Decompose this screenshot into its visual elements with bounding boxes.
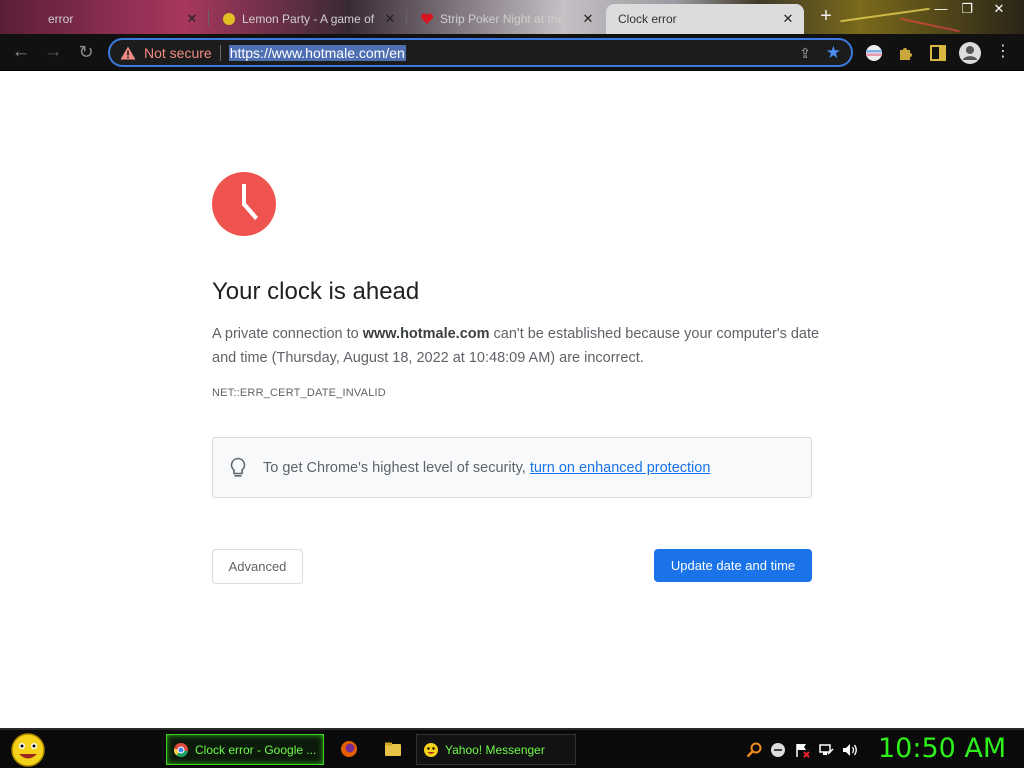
flag-extension-icon[interactable] [864,43,884,63]
system-clock[interactable]: 10:50 AM [878,733,1006,764]
page-title: Your clock is ahead [212,278,420,305]
tip-text: To get Chrome's highest level of securit… [263,459,526,476]
lightbulb-icon [230,457,246,477]
message-prefix: A private connection to [212,326,363,342]
task-label: Clock error - Google ... [195,742,317,757]
heart-favicon-icon [420,13,434,24]
enhanced-protection-link[interactable]: turn on enhanced protection [530,460,711,476]
advanced-button[interactable]: Advanced [212,549,303,584]
not-secure-label[interactable]: Not secure [144,45,212,61]
browser-toolbar: ← → ↻ Not secure https://www.hotmale.com… [0,34,1024,71]
tab-clock-error[interactable]: Clock error ✕ [606,4,804,34]
message-domain: www.hotmale.com [362,326,490,342]
clock-icon [212,172,276,236]
close-icon[interactable]: ✕ [382,11,398,27]
close-icon[interactable]: ✕ [780,11,796,27]
smiley-favicon-icon [223,13,235,25]
network-icon[interactable] [818,742,834,758]
forward-arrow-icon[interactable]: → [40,40,66,66]
tab-title: Strip Poker Night at the [440,12,565,26]
taskbar: Clock error - Google ... Yahoo! Messenge… [0,728,1024,768]
search-icon[interactable] [746,742,762,758]
tab-title: Lemon Party - A game of [242,12,375,26]
taskbar-chrome-window[interactable]: Clock error - Google ... [166,734,324,765]
side-panel-icon[interactable] [928,43,948,63]
new-tab-button[interactable]: + [814,6,838,28]
maximize-button[interactable]: ❐ [954,0,980,20]
warning-triangle-icon [120,46,136,59]
firefox-icon[interactable] [340,740,358,758]
tab-separator [208,10,209,26]
error-code[interactable]: NET::ERR_CERT_DATE_INVALID [212,387,386,399]
error-message: A private connection to www.hotmale.com … [212,322,822,370]
update-date-time-button[interactable]: Update date and time [654,549,812,582]
tab-strip: error ✕ Lemon Party - A game of ✕ Strip … [0,0,1024,34]
security-tip-box: To get Chrome's highest level of securit… [212,437,812,498]
smiley-start-icon[interactable] [8,733,48,767]
close-icon[interactable]: ✕ [184,11,200,27]
bookmark-star-icon[interactable]: ★ [826,43,841,63]
minimize-button[interactable]: — [928,0,954,20]
volume-icon[interactable] [842,742,858,758]
interstitial-page: Your clock is ahead A private connection… [0,71,1024,728]
divider [219,44,221,61]
messenger-tray-icon[interactable] [770,742,786,758]
tab-title: error [48,12,74,26]
close-window-button[interactable]: ✕ [986,0,1012,20]
task-label: Yahoo! Messenger [445,742,545,757]
tab-2[interactable]: Lemon Party - A game of ✕ [214,4,406,34]
url-text[interactable]: https://www.hotmale.com/en [228,44,406,61]
share-icon[interactable]: ⇪ [799,45,811,62]
tab-1[interactable]: error ✕ [40,4,208,34]
close-icon[interactable]: ✕ [580,11,596,27]
tab-3[interactable]: Strip Poker Night at the ✕ [412,4,604,34]
profile-avatar-icon[interactable] [958,41,982,65]
kebab-menu-icon[interactable]: ⋮ [990,40,1016,66]
chrome-icon [173,742,188,757]
reload-icon[interactable]: ↻ [73,40,99,66]
folder-icon[interactable] [384,740,402,758]
action-center-flag-icon[interactable] [794,742,810,758]
taskbar-yahoo-messenger[interactable]: Yahoo! Messenger [416,734,576,765]
tab-title: Clock error [618,12,677,26]
address-bar[interactable]: Not secure https://www.hotmale.com/en ⇪ … [108,38,853,67]
back-arrow-icon[interactable]: ← [8,40,34,66]
puzzle-extensions-icon[interactable] [896,43,916,63]
tab-separator [406,10,407,26]
yahoo-smiley-icon [424,742,438,757]
